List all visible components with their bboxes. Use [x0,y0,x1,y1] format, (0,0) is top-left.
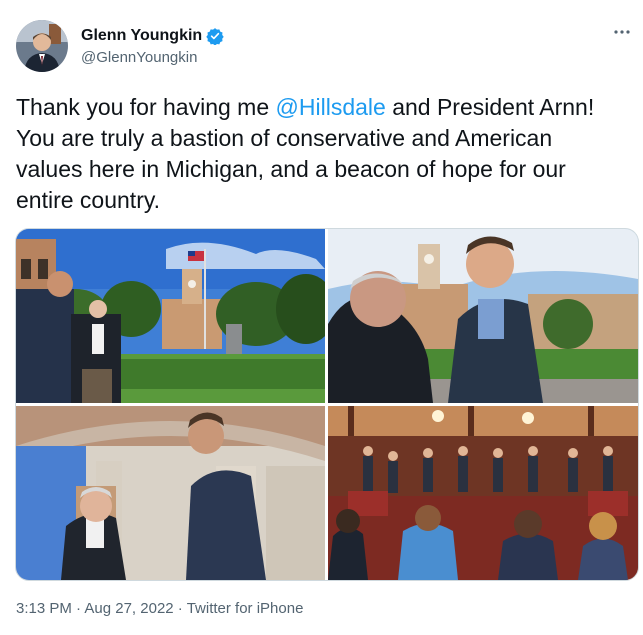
photo-archway-conversation[interactable] [16,406,325,580]
tweet-time[interactable]: 3:13 PM [16,600,72,617]
meta-separator-2: · [173,600,187,617]
tweet-date[interactable]: Aug 27, 2022 [84,600,173,617]
meta-separator: · [71,600,85,617]
photo-outdoor-conversation[interactable] [328,229,638,403]
media-grid [15,228,639,581]
avatar[interactable] [16,20,68,72]
tweet-text: Thank you for having me @Hillsdale and P… [16,92,616,216]
author-name[interactable]: Glenn Youngkin [81,26,202,46]
photo-campus-lawn[interactable] [16,229,325,403]
author-handle[interactable]: @GlennYoungkin [81,49,197,67]
more-horizontal-icon[interactable] [610,20,634,44]
tweet-text-before: Thank you for having me [16,94,276,120]
photo-indoor-gathering[interactable] [328,406,638,580]
verified-badge-icon [206,27,224,46]
tweet-meta: 3:13 PM · Aug 27, 2022 · Twitter for iPh… [16,600,303,618]
tweet-source[interactable]: Twitter for iPhone [187,600,304,617]
mention-link[interactable]: @Hillsdale [276,94,386,120]
tweet: Glenn Youngkin @GlennYoungkin Thank you … [0,0,643,635]
